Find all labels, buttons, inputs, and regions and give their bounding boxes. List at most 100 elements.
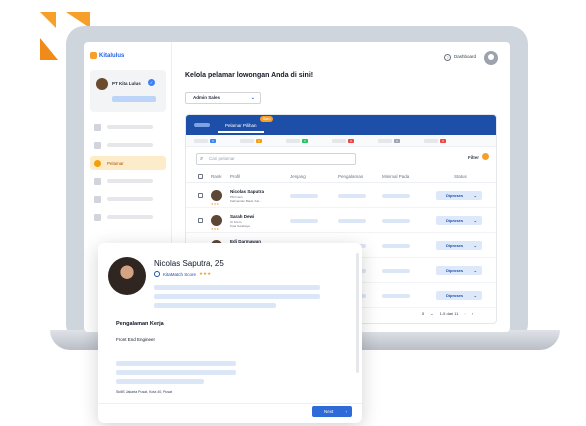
column-header: Pengalaman (338, 174, 364, 179)
job-title: Front End Engineer (116, 337, 156, 342)
candidate-name: Nicolas Saputra, 25 (154, 259, 224, 268)
table-row[interactable]: Sarah Dewi UI Intern Kota Surabaya ★★★ Dipro… (186, 209, 496, 233)
filter-button[interactable]: Filter (468, 155, 479, 160)
filter-icon[interactable] (482, 153, 489, 160)
company-bar (112, 96, 156, 102)
stage-filter-strip: 0 1 0 0 0 0 (186, 135, 496, 147)
stage-chip[interactable]: 0 (378, 139, 402, 144)
page-title: Kelola pelamar lowongan Anda di sini! (185, 72, 314, 79)
tab-label: Pelamar Pilihan (225, 123, 257, 128)
search-icon: ⌕ (200, 156, 204, 162)
table-row[interactable]: Nicolas Saputra PM Intern Kalimantan Barat… (186, 184, 496, 208)
sidebar-item[interactable] (90, 210, 166, 224)
pagination: 5 ⌄ 1-5 dari 11 ‹ › (422, 311, 473, 316)
avatar (211, 215, 222, 226)
sidebar-item[interactable] (90, 120, 166, 134)
job-select[interactable]: Admin Sales ⌄ (185, 92, 261, 104)
next-button[interactable]: Next › (312, 406, 352, 417)
tab-placeholder[interactable] (194, 123, 210, 127)
stage-count-badge: 0 (348, 139, 354, 143)
chevron-right-icon[interactable]: › (472, 311, 473, 316)
status-dropdown[interactable]: Diproses ⌄ (436, 216, 482, 225)
stage-chip[interactable]: 0 (194, 139, 218, 144)
verified-icon: ✓ (148, 79, 155, 86)
table-header: Rank Profil Jenjang Pengalaman Minimal P… (186, 171, 496, 183)
sidebar-item[interactable] (90, 192, 166, 206)
company-avatar (96, 78, 108, 90)
status-label: Diproses (446, 193, 464, 198)
stage-count-badge: 1 (256, 139, 262, 143)
applicant-location: Kalimantan Barat, Kal... (230, 199, 262, 203)
logo-text: Kitalulus (99, 52, 125, 59)
status-dropdown[interactable]: Diproses ⌄ (436, 291, 482, 300)
row-checkbox[interactable] (198, 193, 203, 198)
stage-count-badge: 0 (440, 139, 446, 143)
column-header: Minimal Pada (382, 174, 410, 179)
status-label: Diproses (446, 268, 464, 273)
per-page-select[interactable]: 5 (422, 311, 424, 316)
stage-chip[interactable]: 1 (240, 139, 264, 144)
stage-chip[interactable]: 0 (332, 139, 356, 144)
users-icon (94, 159, 101, 167)
chevron-left-icon[interactable]: ‹ (464, 311, 465, 316)
row-checkbox[interactable] (198, 218, 203, 223)
sidebar-item-pelamar[interactable]: Pelamar (90, 156, 166, 170)
chevron-down-icon: ⌄ (250, 95, 255, 101)
education-text: SkillS Jakarta Pusat, Kota 40, Pusat (116, 390, 173, 394)
cell-placeholder (338, 194, 366, 198)
scrollbar[interactable] (356, 253, 359, 373)
applicant-name[interactable]: Nicolas Saputra (230, 189, 264, 194)
sidebar-item[interactable] (90, 174, 166, 188)
tab-pelamar-pilihan[interactable]: Pelamar Pilihan (218, 119, 264, 133)
pagination-range: 1-5 dari 11 (439, 311, 459, 316)
cell-placeholder (290, 194, 318, 198)
cell-placeholder (382, 194, 410, 198)
status-dropdown[interactable]: Diproses ⌄ (436, 241, 482, 250)
dashboard-link[interactable]: Dashboard (454, 54, 476, 59)
select-all-checkbox[interactable] (198, 174, 203, 179)
kitamatch-score: KitaMatch Score ★★★ (154, 271, 211, 277)
status-label: Diproses (446, 293, 464, 298)
app-stage: Kitalulus PT Kita Lulus ✓ Pelamar ? Dash… (0, 0, 586, 426)
score-icon (154, 271, 160, 277)
stage-label-placeholder (240, 139, 254, 143)
status-label: Diproses (446, 218, 464, 223)
stage-count-badge: 0 (210, 139, 216, 143)
stage-chip[interactable]: 0 (424, 139, 448, 144)
score-label: KitaMatch Score (163, 271, 197, 277)
help-circle-icon[interactable]: ? (444, 54, 451, 61)
search-input[interactable]: ⌕ Cari pelamar (196, 153, 356, 165)
cell-placeholder (382, 244, 410, 248)
job-select-value: Admin Sales (193, 95, 221, 100)
sidebar-item-placeholder (107, 197, 153, 201)
decor-triangle (40, 12, 56, 28)
chevron-down-icon: ⌄ (430, 311, 434, 316)
text-placeholder (154, 294, 320, 299)
sidebar-item-placeholder (107, 215, 153, 219)
rank-stars: ★★★ (211, 202, 220, 206)
status-dropdown[interactable]: Diproses ⌄ (436, 266, 482, 275)
score-stars: ★★★ (199, 271, 212, 276)
stage-label-placeholder (332, 139, 346, 143)
text-placeholder (154, 285, 320, 290)
sidebar-item-placeholder (107, 179, 153, 183)
status-dropdown[interactable]: Diproses ⌄ (436, 191, 482, 200)
stage-label-placeholder (424, 139, 438, 143)
candidate-photo (108, 257, 146, 295)
sidebar-item-icon (94, 195, 101, 203)
sidebar-item-icon (94, 213, 101, 221)
logo[interactable]: Kitalulus (90, 52, 124, 59)
sidebar-item[interactable] (90, 138, 166, 152)
sidebar-item-icon (94, 141, 101, 149)
company-card[interactable]: PT Kita Lulus ✓ (90, 70, 166, 112)
sidebar-item-placeholder (107, 125, 153, 129)
applicant-name[interactable]: Sarah Dewi (230, 214, 254, 219)
sidebar-item-icon (94, 177, 101, 185)
chevron-right-icon: › (345, 409, 348, 414)
stage-label-placeholder (194, 139, 208, 143)
text-placeholder (116, 370, 236, 375)
sidebar-item-placeholder (107, 143, 153, 147)
stage-chip[interactable]: 0 (286, 139, 310, 144)
text-placeholder (116, 361, 236, 366)
user-avatar[interactable] (484, 51, 498, 65)
